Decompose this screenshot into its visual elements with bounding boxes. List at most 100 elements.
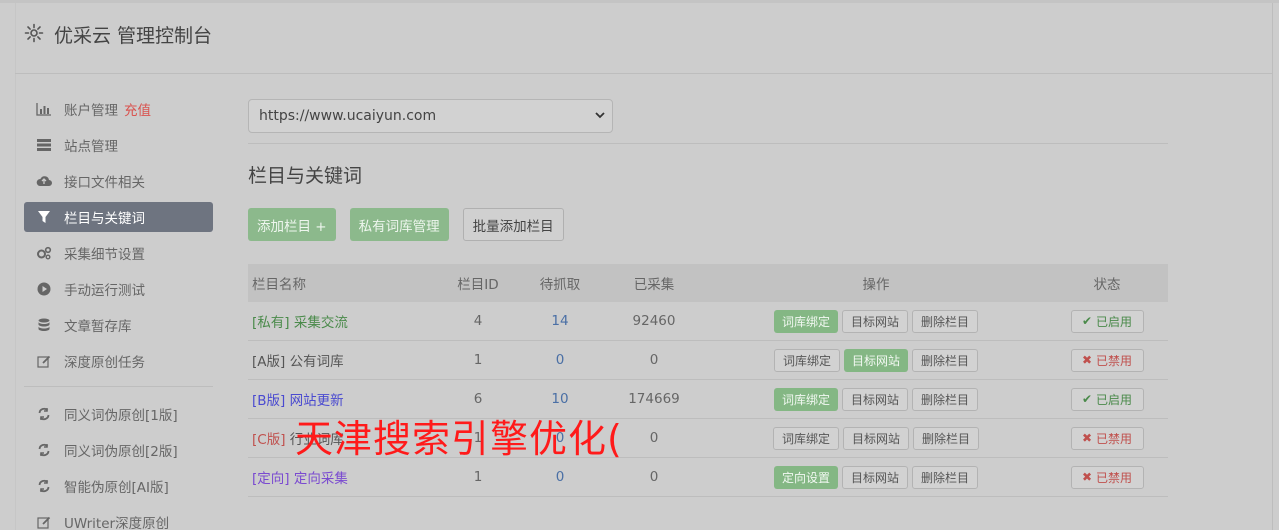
delete-column-button[interactable]: 删除栏目: [912, 348, 979, 372]
batch-add-button[interactable]: 批量添加栏目: [462, 208, 564, 241]
check-icon: ✔: [1082, 392, 1093, 406]
sidebar-item-article-store[interactable]: 文章暂存库: [24, 310, 213, 340]
site-select-value: https://www.ucaiyun.com: [259, 108, 437, 124]
sidebar-item-label: 同义词伪原创[2版]: [64, 444, 178, 460]
cross-icon: ✖: [1082, 470, 1093, 484]
column-tag: [A版]: [252, 354, 286, 370]
row-actions: 词库绑定 目标网站 删除栏目: [706, 426, 1046, 450]
chevron-down-icon: [594, 109, 606, 125]
sidebar-divider: [24, 386, 213, 387]
left-divider: [15, 3, 16, 530]
sidebar-item-label: 采集细节设置: [64, 247, 145, 263]
status-label: 已禁用: [1095, 431, 1132, 446]
column-id: 6: [473, 391, 483, 407]
sidebar-item-manual-run[interactable]: 手动运行测试: [24, 274, 213, 304]
row-actions: 词库绑定 目标网站 删除栏目: [706, 309, 1046, 333]
watermark-overlay: 天津搜索引擎优化(: [295, 417, 623, 461]
sidebar-item-label: 手动运行测试: [64, 283, 145, 299]
gears-icon: [36, 245, 52, 261]
collected-count: 0: [649, 352, 659, 368]
gear-icon: [24, 23, 44, 43]
database-icon: [36, 317, 52, 333]
status-label: 已禁用: [1095, 470, 1132, 485]
status-cell: ✖ 已禁用: [1046, 465, 1168, 489]
sidebar: 账户管理 充值 站点管理 接口文件相关 栏目与关键词 采集细节设置 手动运行测试…: [24, 94, 213, 530]
pending-count[interactable]: 0: [518, 352, 602, 368]
bind-lexicon-button[interactable]: 词库绑定: [773, 348, 840, 372]
bind-lexicon-button[interactable]: 词库绑定: [772, 426, 839, 450]
table-header: 栏目名称 栏目ID 待抓取 已采集 操作 状态: [248, 264, 1168, 302]
cross-icon: ✖: [1082, 353, 1093, 367]
status-cell: ✔ 已启用: [1046, 309, 1168, 333]
bind-lexicon-button[interactable]: 词库绑定: [773, 309, 838, 333]
sidebar-item-api-files[interactable]: 接口文件相关: [24, 166, 213, 196]
status-toggle[interactable]: ✖ 已禁用: [1070, 426, 1144, 450]
collected-count: 92460: [632, 313, 676, 329]
status-cell: ✖ 已禁用: [1046, 348, 1168, 372]
private-lexicon-button[interactable]: 私有词库管理: [349, 208, 449, 241]
divider: [248, 143, 1168, 144]
header-collected: 已采集: [633, 277, 675, 293]
play-circle-icon: [36, 281, 52, 297]
table-row: [私有] 采集交流 4 14 92460 词库绑定 目标网站 删除栏目 ✔ 已启…: [248, 302, 1168, 341]
refresh-icon: [36, 442, 52, 458]
header-status: 状态: [1093, 277, 1121, 293]
sidebar-item-uwriter[interactable]: UWriter深度原创: [24, 507, 213, 530]
status-toggle[interactable]: ✔ 已启用: [1070, 387, 1144, 411]
pending-count[interactable]: 14: [518, 313, 602, 329]
sidebar-item-synonym-v1[interactable]: 同义词伪原创[1版]: [24, 399, 213, 429]
directed-settings-button[interactable]: 定向设置: [773, 465, 838, 489]
column-name[interactable]: [定向] 定向采集: [248, 467, 438, 487]
sidebar-item-ai-rewrite[interactable]: 智能伪原创[AI版]: [24, 471, 213, 501]
target-site-button[interactable]: 目标网站: [842, 426, 909, 450]
header-ops: 操作: [862, 277, 890, 293]
refresh-icon: [36, 478, 52, 494]
target-site-button[interactable]: 目标网站: [841, 309, 908, 333]
table-row: [A版] 公有词库 1 0 0 词库绑定 目标网站 删除栏目 ✖ 已禁用: [248, 341, 1168, 380]
target-site-button[interactable]: 目标网站: [841, 465, 908, 489]
sidebar-item-account[interactable]: 账户管理 充值: [24, 94, 213, 124]
sidebar-item-deep-original[interactable]: 深度原创任务: [24, 346, 213, 376]
server-icon: [36, 137, 52, 153]
pending-count[interactable]: 0: [518, 469, 602, 485]
column-name[interactable]: [私有] 采集交流: [248, 311, 438, 331]
sidebar-item-label: 同义词伪原创[1版]: [64, 408, 178, 424]
sidebar-item-label: 深度原创任务: [64, 355, 145, 371]
add-column-button[interactable]: 添加栏目 +: [248, 208, 336, 241]
delete-column-button[interactable]: 删除栏目: [912, 309, 979, 333]
sidebar-item-columns-keywords[interactable]: 栏目与关键词: [24, 202, 213, 232]
column-label: 定向采集: [293, 471, 348, 487]
column-tag: [B版]: [252, 393, 286, 409]
site-select[interactable]: https://www.ucaiyun.com: [248, 99, 613, 133]
app-title: 优采云 管理控制台: [54, 25, 213, 47]
column-label: 采集交流: [293, 315, 348, 331]
refresh-icon: [36, 406, 52, 422]
status-toggle[interactable]: ✔ 已启用: [1070, 309, 1144, 333]
status-label: 已启用: [1095, 392, 1132, 407]
column-name[interactable]: [A版] 公有词库: [248, 350, 438, 370]
cross-icon: ✖: [1082, 431, 1093, 445]
target-site-button[interactable]: 目标网站: [841, 387, 908, 411]
status-toggle[interactable]: ✖ 已禁用: [1070, 465, 1144, 489]
recharge-link[interactable]: 充值: [124, 99, 151, 119]
status-toggle[interactable]: ✖ 已禁用: [1070, 348, 1144, 372]
column-tag: [定向]: [252, 471, 290, 487]
column-name[interactable]: [B版] 网站更新: [248, 389, 438, 409]
row-actions: 词库绑定 目标网站 删除栏目: [706, 348, 1046, 372]
page-title: 栏目与关键词: [248, 165, 363, 187]
main-content: https://www.ucaiyun.com 栏目与关键词 添加栏目 + 私有…: [248, 99, 1168, 497]
delete-column-button[interactable]: 删除栏目: [913, 426, 980, 450]
delete-column-button[interactable]: 删除栏目: [912, 387, 979, 411]
header: 优采云 管理控制台: [15, 3, 1272, 74]
sidebar-item-collect-settings[interactable]: 采集细节设置: [24, 238, 213, 268]
status-cell: ✖ 已禁用: [1046, 426, 1168, 450]
header-name: 栏目名称: [252, 277, 306, 293]
sidebar-item-synonym-v2[interactable]: 同义词伪原创[2版]: [24, 435, 213, 465]
collected-count: 174669: [628, 391, 680, 407]
sidebar-item-sites[interactable]: 站点管理: [24, 130, 213, 160]
pending-count[interactable]: 10: [518, 391, 602, 407]
sidebar-item-label: UWriter深度原创: [64, 516, 170, 530]
bind-lexicon-button[interactable]: 词库绑定: [773, 387, 838, 411]
delete-column-button[interactable]: 删除栏目: [912, 465, 979, 489]
target-site-button[interactable]: 目标网站: [843, 348, 908, 372]
